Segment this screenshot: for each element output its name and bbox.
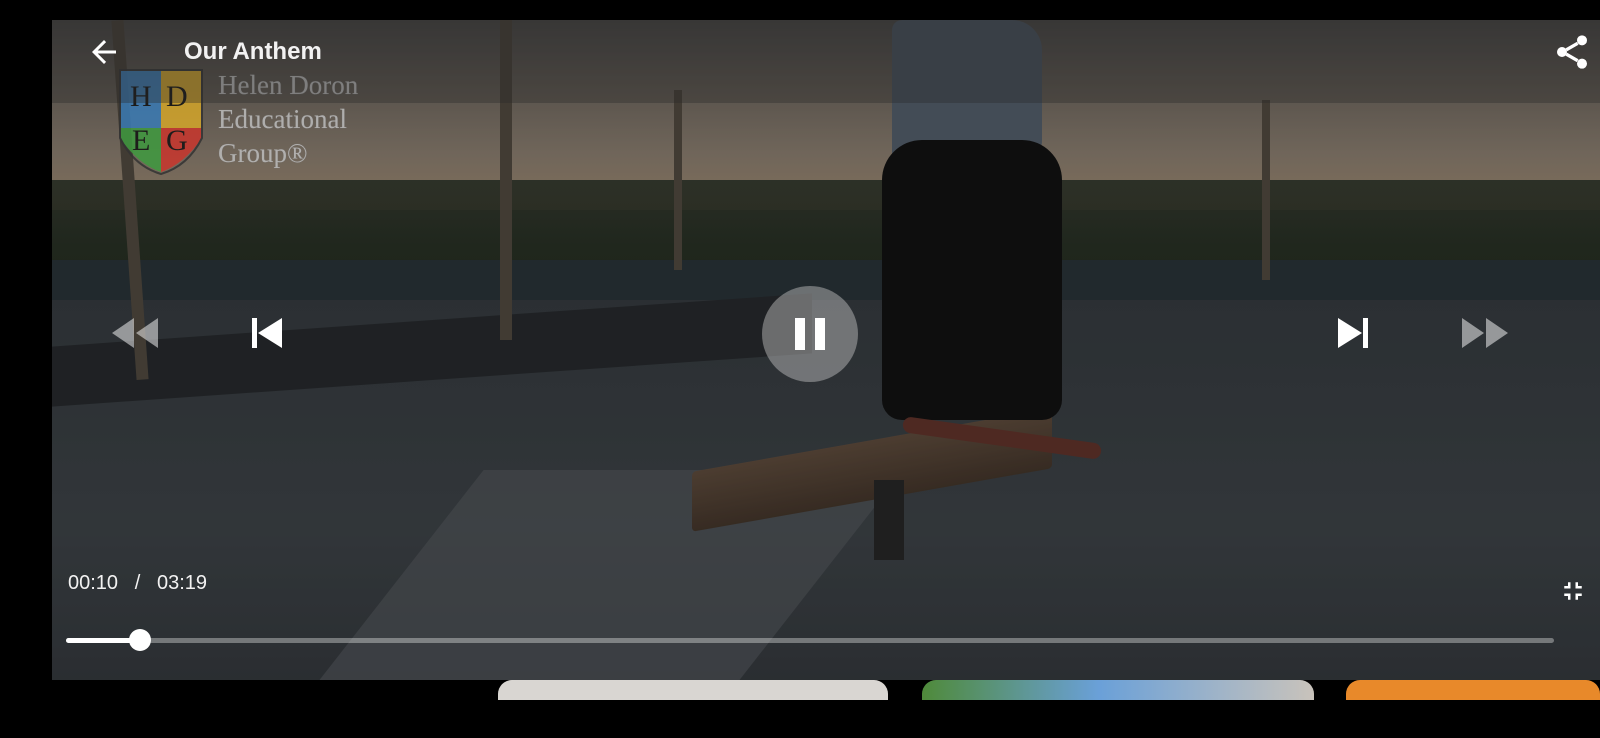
skip-previous-icon: [252, 318, 282, 348]
logo-text-line: Educational: [218, 104, 347, 134]
time-separator: /: [134, 572, 141, 594]
logo-letter: E: [132, 124, 150, 157]
next-button[interactable]: [1334, 316, 1372, 350]
related-videos-strip: [0, 680, 1600, 700]
seek-bar[interactable]: [66, 629, 1554, 651]
arrow-left-icon: [92, 40, 116, 64]
logo-text-line: Group®: [218, 138, 308, 168]
related-video-thumbnail[interactable]: [498, 680, 888, 700]
rewind-icon: [112, 318, 158, 348]
related-video-thumbnail[interactable]: [922, 680, 1314, 700]
logo-letter: G: [166, 124, 188, 157]
fullscreen-exit-icon: [1564, 582, 1582, 600]
rewind-button[interactable]: [110, 316, 160, 350]
time-readout: 00:10 / 03:19: [68, 572, 207, 595]
fast-forward-icon: [1462, 318, 1508, 348]
fast-forward-button[interactable]: [1460, 316, 1510, 350]
video-player[interactable]: H D E G Helen Doron Educational Group® O…: [52, 20, 1600, 680]
exit-fullscreen-button[interactable]: [1558, 576, 1588, 606]
share-button[interactable]: [1552, 32, 1592, 72]
back-button[interactable]: [86, 34, 122, 70]
pause-button[interactable]: [762, 286, 858, 382]
pause-icon: [795, 318, 825, 350]
skip-next-icon: [1338, 318, 1368, 348]
related-video-thumbnail[interactable]: [1346, 680, 1600, 700]
previous-button[interactable]: [248, 316, 286, 350]
current-time: 00:10: [68, 572, 119, 594]
seek-track: [66, 638, 1554, 643]
duration: 03:19: [156, 572, 208, 594]
share-icon: [1557, 35, 1587, 69]
video-title: Our Anthem: [184, 38, 322, 65]
